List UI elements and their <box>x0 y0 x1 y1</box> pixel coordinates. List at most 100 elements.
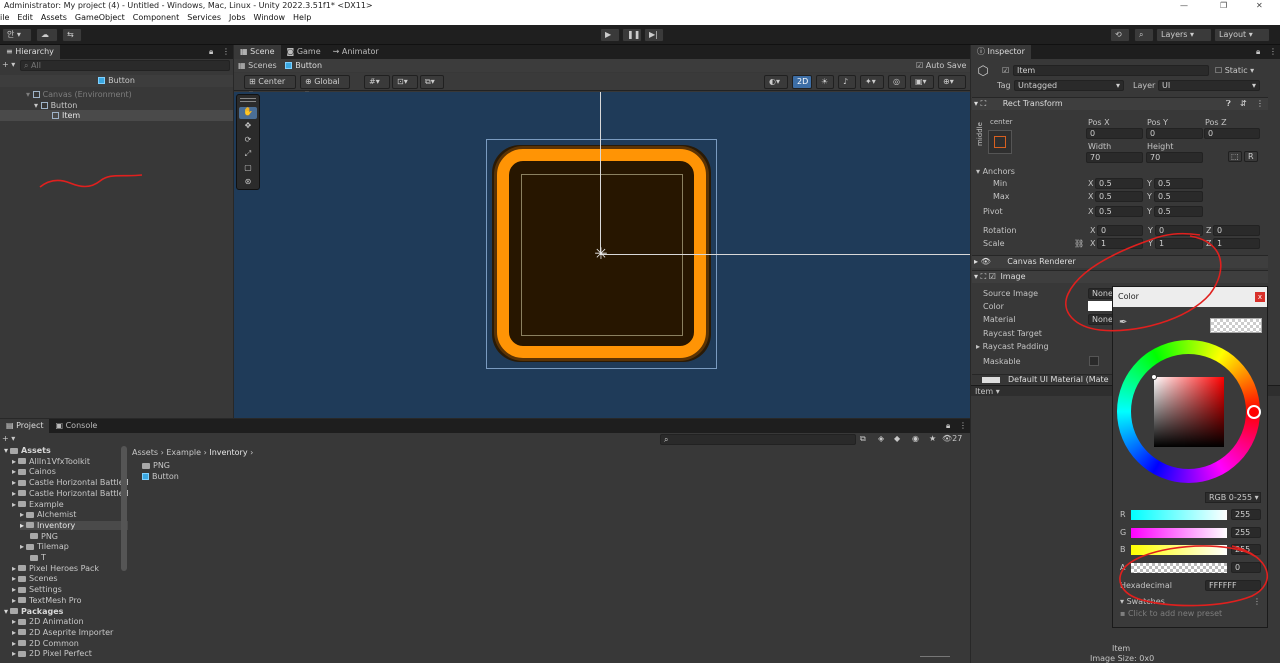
hierarchy-search-input[interactable]: ⌕ All <box>20 60 230 71</box>
foldout-arrow-icon[interactable]: ▸ <box>20 510 24 519</box>
breadcrumb-button[interactable]: Button <box>285 61 322 70</box>
anchor-handle-icon[interactable]: ✳ <box>591 244 611 264</box>
blueprint-mode-button[interactable]: ⬚ <box>1228 151 1242 162</box>
project-tree-item[interactable]: ▸ 2D Common <box>12 639 128 648</box>
menu-assets[interactable]: Assets <box>41 11 67 25</box>
breadcrumb-inventory[interactable]: Inventory <box>209 448 247 457</box>
layout-dropdown[interactable]: Layout ▾ <box>1214 28 1270 42</box>
foldout-arrow-icon[interactable]: ▸ <box>12 574 16 583</box>
breadcrumb-assets[interactable]: Assets <box>132 448 158 457</box>
color-mode-dropdown[interactable]: RGB 0-255 ▾ <box>1205 492 1261 503</box>
raycast-padding-foldout[interactable]: ▸ Raycast Padding <box>976 342 1049 351</box>
width-field[interactable]: 70 <box>1086 152 1143 163</box>
foldout-arrow-icon[interactable]: ▸ <box>12 649 16 658</box>
favorite-star-icon[interactable]: ★ <box>929 434 936 443</box>
history-icon[interactable]: ⟲ <box>1110 28 1130 42</box>
more-icon[interactable]: ⋮ <box>1269 45 1277 59</box>
min-x-field[interactable]: 0.5 <box>1095 178 1143 189</box>
scale-tool-icon[interactable]: ⤢ <box>239 149 257 161</box>
preset-icon[interactable]: ⇵ <box>1240 98 1247 110</box>
account-dropdown[interactable]: 안 ▾ <box>2 28 32 42</box>
preview-object-dropdown[interactable]: Item ▾ <box>975 387 1000 396</box>
foldout-arrow-icon[interactable]: ▸ <box>12 628 16 637</box>
create-plus-icon[interactable]: + ▾ <box>2 60 15 69</box>
grid-snap-icon[interactable]: #▾ <box>364 75 390 89</box>
menu-file[interactable]: ile <box>0 11 9 25</box>
tab-inspector[interactable]: ⓘ Inspector <box>971 45 1031 59</box>
toggle-2d-button[interactable]: 2D <box>792 75 812 89</box>
foldout-arrow-icon[interactable]: ▸ <box>20 521 24 530</box>
tab-hierarchy[interactable]: ≡ Hierarchy <box>0 45 60 59</box>
max-x-field[interactable]: 0.5 <box>1095 191 1143 202</box>
auto-save-toggle[interactable]: ☑ Auto Save <box>916 59 966 72</box>
filter-type-icon[interactable]: ⧉ <box>860 434 866 444</box>
component-menu-icon[interactable]: ⋮ <box>1256 98 1264 110</box>
project-tree-item[interactable]: ▸ Example <box>12 500 128 509</box>
r-slider[interactable] <box>1131 510 1227 520</box>
saturation-value-square[interactable] <box>1154 377 1224 447</box>
pause-button[interactable]: ❚❚ <box>622 28 642 42</box>
tab-game[interactable]: ◙ Game <box>281 45 327 59</box>
project-tree-item[interactable]: ▸ Castle Horizontal Battle B <box>12 478 128 487</box>
foldout-arrow-icon[interactable]: ▸ <box>12 500 16 509</box>
close-window-icon[interactable]: ✕ <box>1256 0 1263 11</box>
foldout-arrow-icon[interactable]: ▾ <box>4 607 8 616</box>
menu-help[interactable]: Help <box>293 11 311 25</box>
project-tree-item[interactable]: PNG <box>28 532 128 541</box>
gizmos-icon[interactable]: ⊕▾ <box>938 75 966 89</box>
project-tree-item[interactable]: ▾ Assets <box>4 446 128 455</box>
project-tree-item[interactable]: ▸ Tilemap <box>20 542 128 551</box>
maskable-checkbox[interactable] <box>1089 356 1099 366</box>
play-button[interactable]: ▶ <box>600 28 620 42</box>
foldout-arrow-icon[interactable]: ▸ <box>12 457 16 466</box>
foldout-arrow-icon[interactable]: ▸ <box>12 585 16 594</box>
tab-scene[interactable]: ▦ Scene <box>234 45 281 59</box>
filter-label-icon[interactable]: ◈ <box>878 434 884 443</box>
hidden-packages-icon[interactable]: ◉ <box>912 434 919 443</box>
project-tree-item[interactable]: T <box>28 553 128 562</box>
project-file-png[interactable]: PNG <box>142 461 170 470</box>
tree-scrollbar[interactable] <box>121 446 127 571</box>
effects-icon[interactable]: ✦▾ <box>860 75 884 89</box>
more-icon[interactable]: ⋮ <box>959 419 967 433</box>
menu-component[interactable]: Component <box>133 11 179 25</box>
project-search-input[interactable]: ⌕ <box>660 434 856 445</box>
project-tree-item[interactable]: ▸ Cainos <box>12 467 128 476</box>
lighting-icon[interactable]: ☀ <box>816 75 834 89</box>
more-icon[interactable]: ⋮ <box>222 45 230 59</box>
anchor-preset-button[interactable] <box>988 130 1012 154</box>
pos-x-field[interactable]: 0 <box>1086 128 1143 139</box>
rect-tool-icon[interactable]: ▢ <box>239 163 257 175</box>
layer-dropdown[interactable]: UI ▾ <box>1158 80 1260 91</box>
collab-icon[interactable]: ⇆ <box>62 28 82 42</box>
foldout-arrow-icon[interactable]: ▸ <box>12 564 16 573</box>
tab-animator[interactable]: ⇝ Animator <box>327 45 385 59</box>
anchors-foldout[interactable]: ▾ Anchors <box>976 167 1015 176</box>
snap-increment-icon[interactable]: ⊡▾ <box>392 75 418 89</box>
foldout-arrow-icon[interactable]: ▸ <box>20 542 24 551</box>
foldout-arrow-icon[interactable]: ▾ <box>4 446 8 455</box>
breadcrumb-scenes[interactable]: ▦ Scenes <box>238 61 277 70</box>
help-icon[interactable]: ❓︎ <box>1226 98 1231 110</box>
tab-project[interactable]: ▤ Project <box>0 419 50 433</box>
hierarchy-item-item[interactable]: Item <box>52 111 80 120</box>
menu-jobs[interactable]: Jobs <box>229 11 246 25</box>
audio-icon[interactable]: ♪ <box>838 75 856 89</box>
object-name-input[interactable]: Item <box>1013 65 1209 76</box>
project-tree-item[interactable]: ▸ TextMesh Pro <box>12 596 128 605</box>
image-enabled-checkbox[interactable]: ☑ <box>989 272 996 281</box>
rect-transform-header[interactable]: ▾ ⛶ Rect Transform ❓︎ ⇵ ⋮ <box>972 97 1268 110</box>
scene-root-header[interactable]: Button <box>0 75 233 87</box>
project-tree-item[interactable]: ▸ Inventory <box>20 520 128 530</box>
foldout-arrow-icon[interactable]: ▸ <box>12 617 16 626</box>
color-picker-close-button[interactable]: x <box>1255 292 1265 302</box>
pivot-y-field[interactable]: 0.5 <box>1154 206 1203 217</box>
sv-cursor[interactable] <box>1151 374 1157 380</box>
project-tree-item[interactable]: ▸ 2D Pixel Perfect <box>12 649 128 658</box>
hand-tool-icon[interactable]: ✋ <box>239 107 257 119</box>
tag-icon[interactable]: ◆ <box>894 434 900 443</box>
palette-grip-icon[interactable] <box>240 98 256 102</box>
project-tree-item[interactable]: ▸ Pixel Heroes Pack <box>12 564 128 573</box>
project-tree-item[interactable]: ▾ Packages <box>4 607 128 616</box>
menu-edit[interactable]: Edit <box>17 11 33 25</box>
